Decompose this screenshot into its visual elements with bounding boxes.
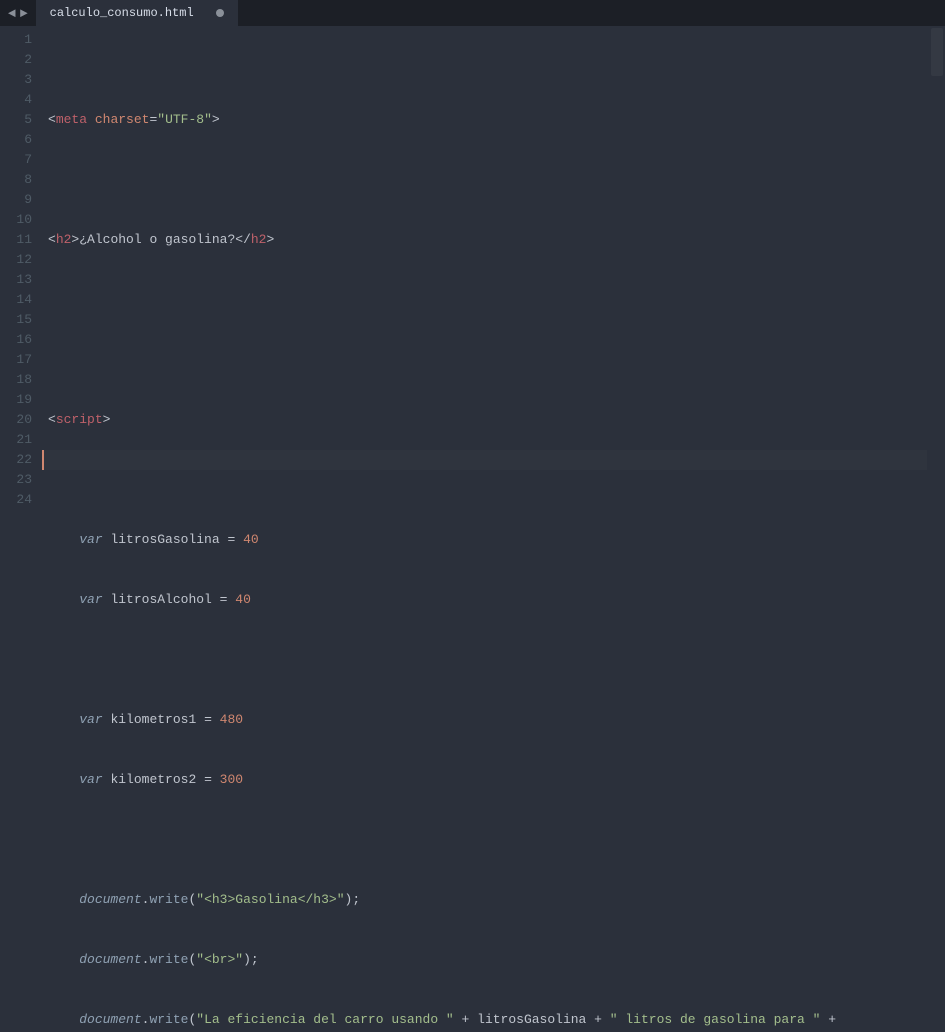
line-number: 15 xyxy=(0,310,32,330)
line-number: 19 xyxy=(0,390,32,410)
unsaved-dot-icon xyxy=(216,9,224,17)
code-line: <script> xyxy=(48,410,945,430)
code-line: <h2>¿Alcohol o gasolina?</h2> xyxy=(48,230,945,250)
nav-forward-icon[interactable]: ► xyxy=(18,6,30,21)
line-number: 16 xyxy=(0,330,32,350)
nav-back-icon[interactable]: ◄ xyxy=(6,6,18,21)
line-number: 17 xyxy=(0,350,32,370)
line-number: 5 xyxy=(0,110,32,130)
editor: 1 2 3 4 5 6 7 8 9 10 11 12 13 14 15 16 1… xyxy=(0,26,945,516)
line-number: 21 xyxy=(0,430,32,450)
code-line: document.write("<br>"); xyxy=(48,950,945,970)
code-line xyxy=(48,170,945,190)
code-line: var litrosGasolina = 40 xyxy=(48,530,945,550)
line-number: 24 xyxy=(0,490,32,510)
active-line-highlight xyxy=(42,450,927,470)
file-tab[interactable]: calculo_consumo.html xyxy=(36,0,239,26)
minimap[interactable] xyxy=(927,26,945,516)
line-number: 7 xyxy=(0,150,32,170)
line-number: 18 xyxy=(0,370,32,390)
code-line: document.write("La eficiencia del carro … xyxy=(48,1010,945,1030)
code-line: document.write("<h3>Gasolina</h3>"); xyxy=(48,890,945,910)
line-number: 10 xyxy=(0,210,32,230)
line-number: 1 xyxy=(0,30,32,50)
line-number: 13 xyxy=(0,270,32,290)
line-number: 4 xyxy=(0,90,32,110)
tab-filename: calculo_consumo.html xyxy=(50,6,194,20)
code-line xyxy=(48,350,945,370)
nav-arrows: ◄ ► xyxy=(0,0,36,26)
line-number: 22 xyxy=(0,450,32,470)
code-line xyxy=(48,650,945,670)
code-line xyxy=(48,470,945,490)
code-line xyxy=(48,290,945,310)
line-number: 12 xyxy=(0,250,32,270)
code-line: <meta charset="UTF-8"> xyxy=(48,110,945,130)
line-number: 9 xyxy=(0,190,32,210)
code-line xyxy=(48,830,945,850)
minimap-thumb[interactable] xyxy=(931,28,943,76)
code-line: var kilometros2 = 300 xyxy=(48,770,945,790)
line-number: 20 xyxy=(0,410,32,430)
line-gutter: 1 2 3 4 5 6 7 8 9 10 11 12 13 14 15 16 1… xyxy=(0,26,42,516)
line-number: 23 xyxy=(0,470,32,490)
code-area[interactable]: <meta charset="UTF-8"> <h2>¿Alcohol o ga… xyxy=(42,26,945,516)
line-number: 3 xyxy=(0,70,32,90)
code-line: var litrosAlcohol = 40 xyxy=(48,590,945,610)
line-number: 6 xyxy=(0,130,32,150)
line-number: 2 xyxy=(0,50,32,70)
line-number: 11 xyxy=(0,230,32,250)
line-number: 8 xyxy=(0,170,32,190)
titlebar: ◄ ► calculo_consumo.html xyxy=(0,0,945,26)
code-line: var kilometros1 = 480 xyxy=(48,710,945,730)
line-number: 14 xyxy=(0,290,32,310)
